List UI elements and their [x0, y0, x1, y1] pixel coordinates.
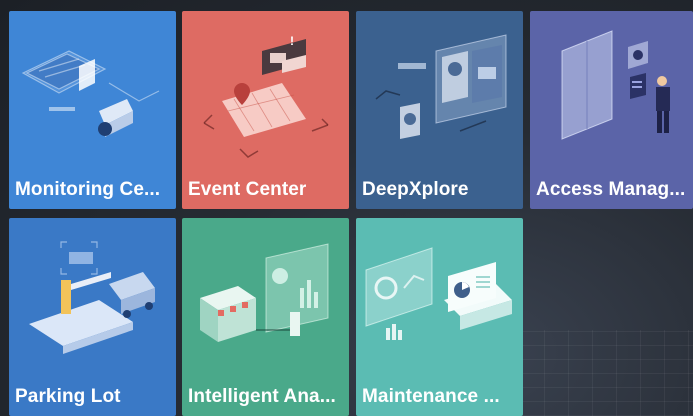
maintenance-icon — [365, 247, 512, 340]
tile-event-center[interactable]: ! Event Center — [182, 11, 349, 209]
access-icon — [561, 30, 670, 140]
tile-label: DeepXplore — [362, 179, 469, 200]
tile-label: Intelligent Ana... — [188, 386, 336, 407]
tile-monitoring-center[interactable]: Monitoring Ce... — [9, 11, 176, 209]
tile-maintenance[interactable]: Maintenance ... — [356, 218, 523, 416]
tile-label: Monitoring Ce... — [15, 179, 161, 200]
tile-label: Access Manag... — [536, 179, 686, 200]
tile-intelligent-analytics[interactable]: Intelligent Ana... — [182, 218, 349, 416]
tile-parking-lot[interactable]: Parking Lot — [9, 218, 176, 416]
tile-access-management[interactable]: Access Manag... — [530, 11, 693, 209]
deepxplore-icon — [375, 34, 507, 139]
event-icon: ! — [203, 34, 329, 158]
tile-label: Event Center — [188, 179, 307, 200]
tile-label: Parking Lot — [15, 386, 121, 407]
parking-icon — [29, 241, 155, 354]
analytics-icon — [200, 243, 329, 342]
svg-text:!: ! — [290, 34, 294, 48]
monitoring-icon — [21, 50, 160, 137]
tile-deepxplore[interactable]: DeepXplore — [356, 11, 523, 209]
background-grid — [520, 330, 693, 416]
tile-label: Maintenance ... — [362, 386, 500, 407]
